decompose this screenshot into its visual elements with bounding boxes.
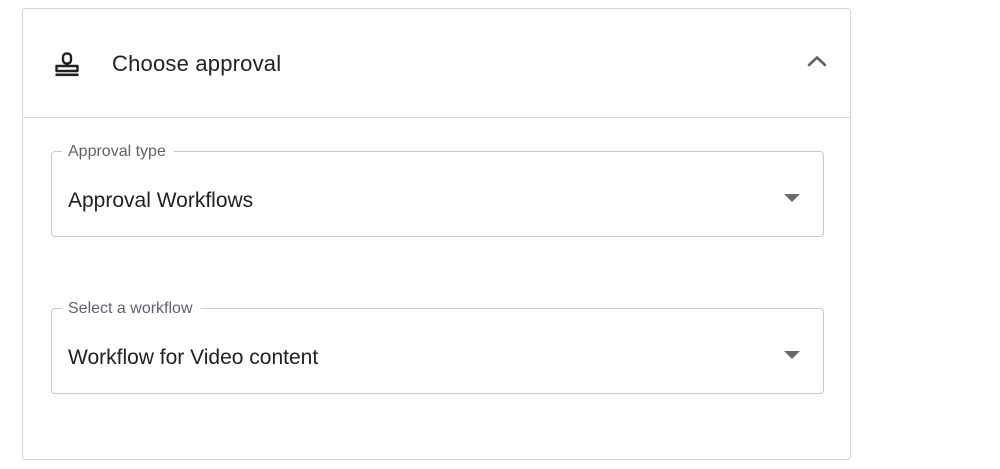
dropdown-arrow-icon[interactable] <box>783 347 801 359</box>
stamp-icon <box>53 51 81 79</box>
panel-header[interactable]: Choose approval <box>23 9 850 118</box>
chevron-up-icon[interactable] <box>803 47 831 75</box>
workflow-select[interactable]: Select a workflow Workflow for Video con… <box>51 299 824 394</box>
approval-type-select[interactable]: Approval type Approval Workflows <box>51 142 824 237</box>
workflow-value: Workflow for Video content <box>68 346 319 369</box>
choose-approval-panel: Choose approval Approval type Approval W… <box>22 8 851 460</box>
approval-type-value: Approval Workflows <box>68 189 254 212</box>
dropdown-arrow-icon[interactable] <box>783 190 801 202</box>
approval-type-label: Approval type <box>62 142 174 162</box>
panel-title: Choose approval <box>112 51 282 76</box>
workflow-label: Select a workflow <box>62 299 201 319</box>
